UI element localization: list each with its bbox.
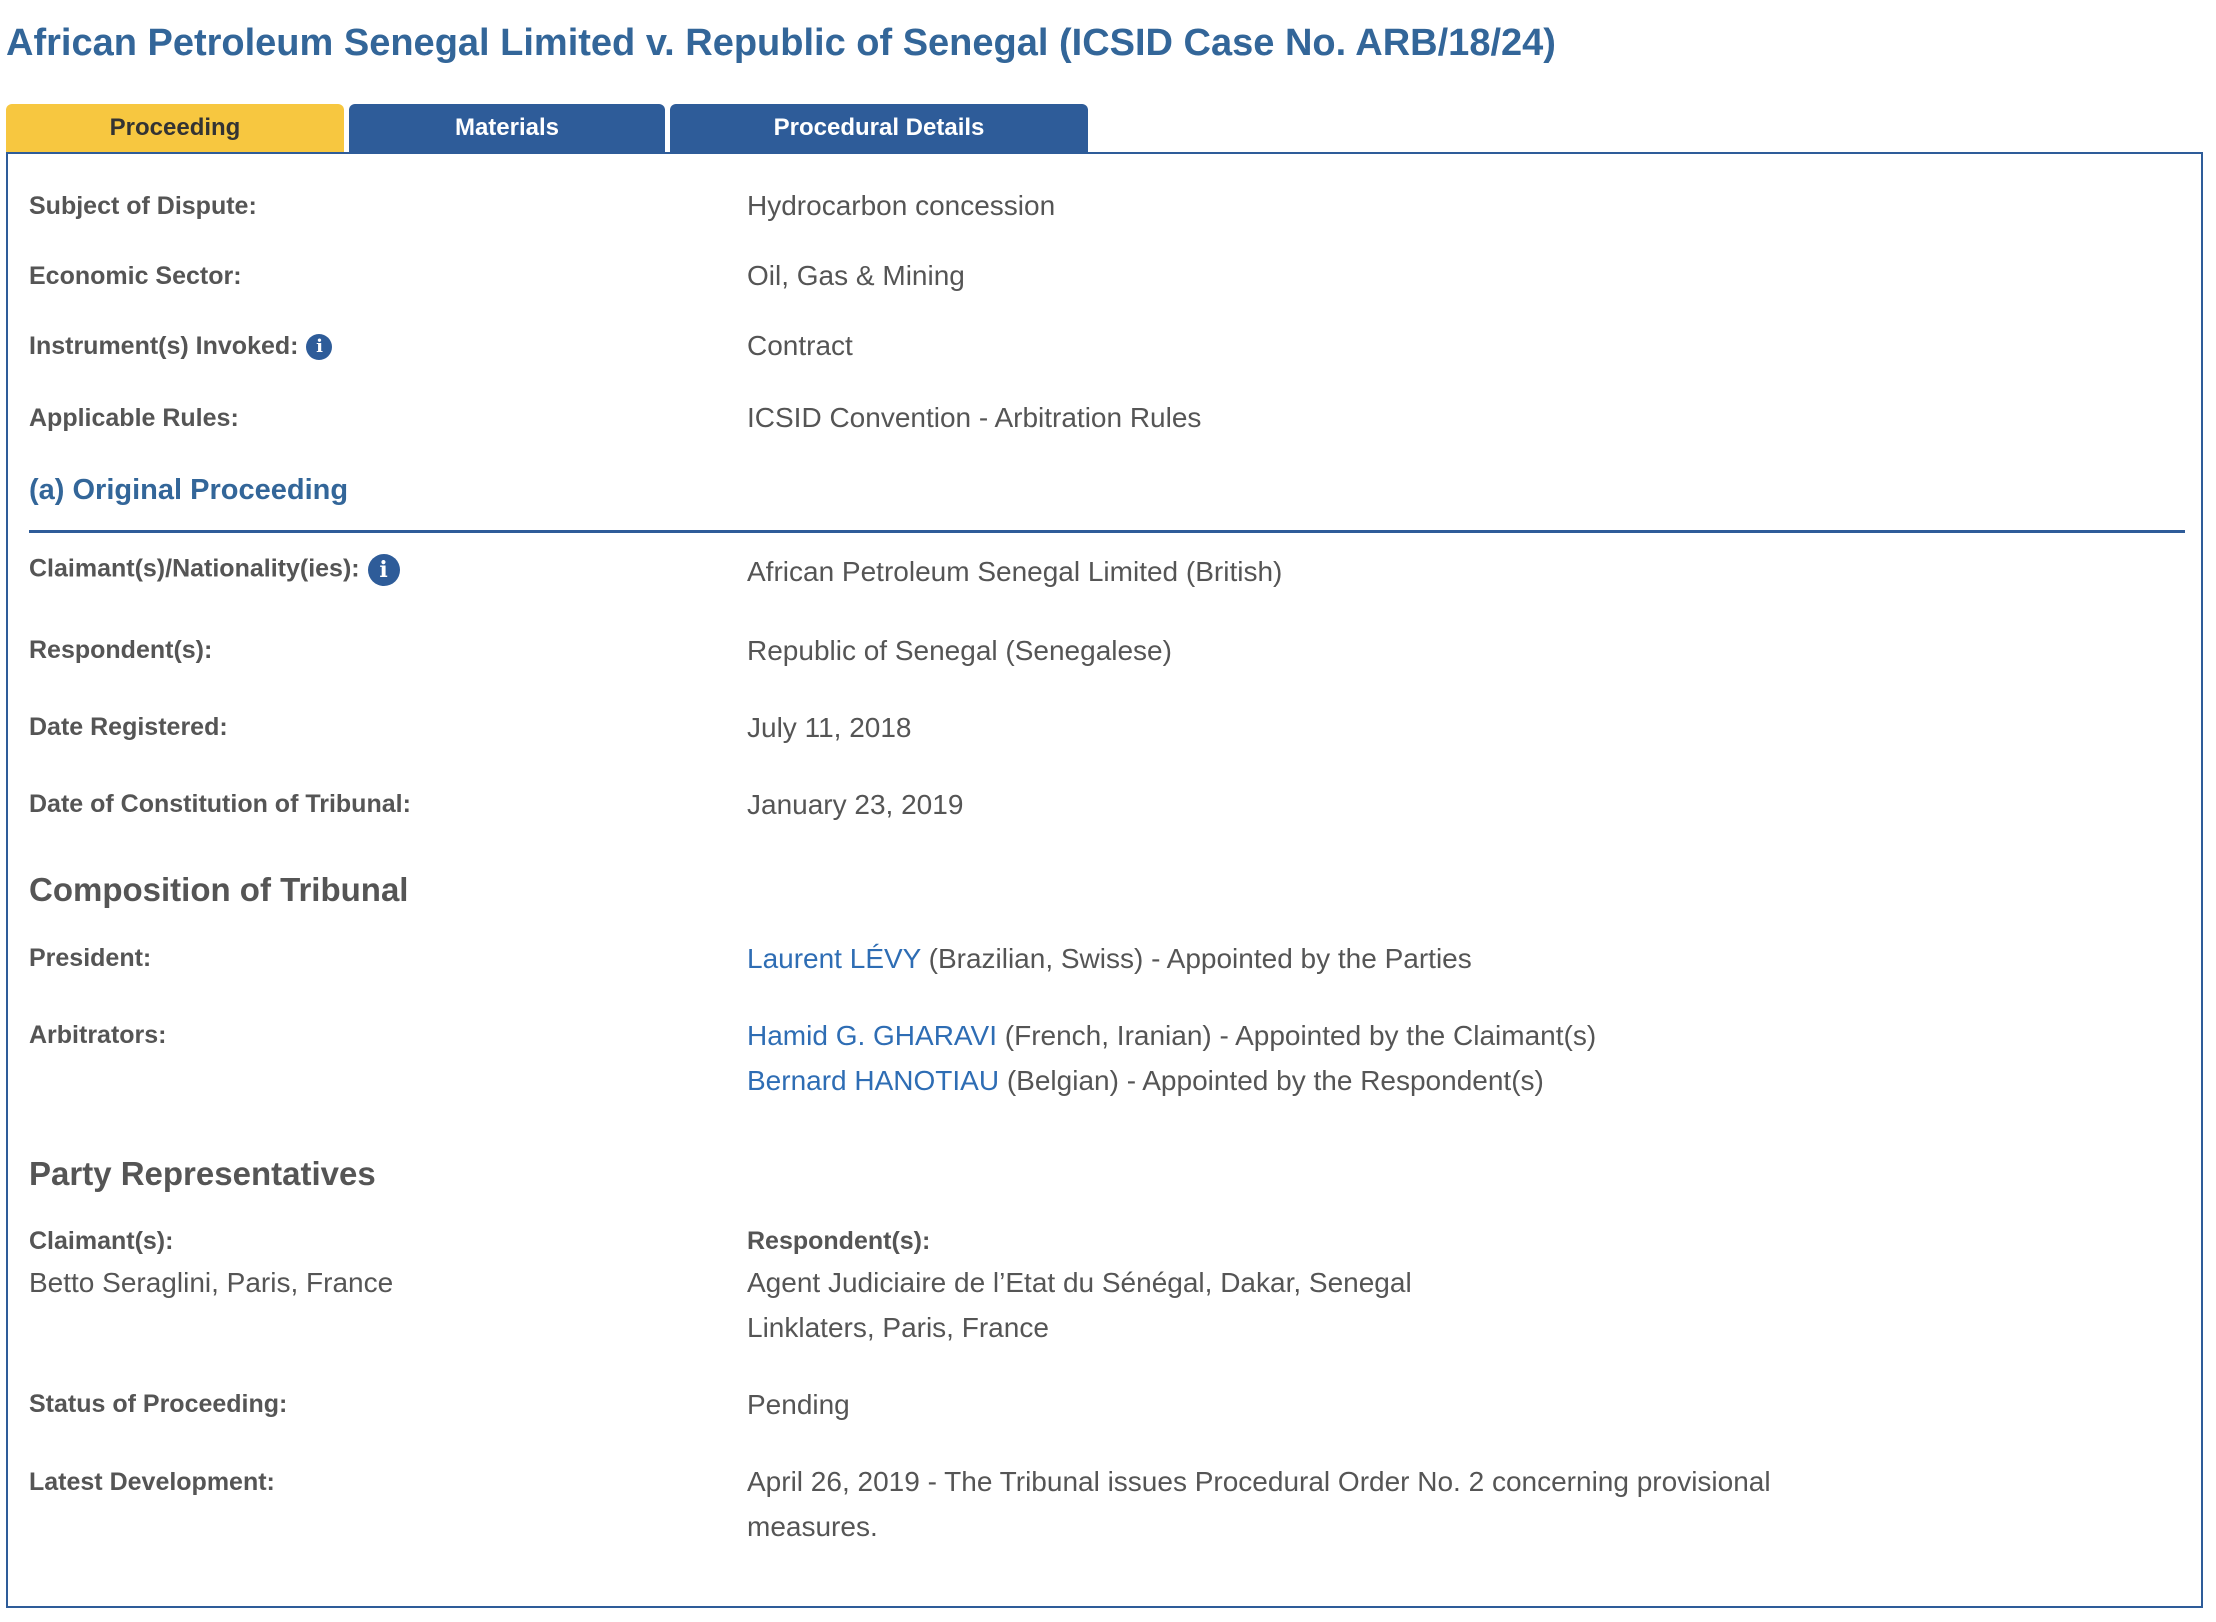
- instrument-label-row: Instrument(s) Invoked: i: [29, 332, 333, 361]
- arbitrator-1: Hamid G. GHARAVI (French, Iranian) - App…: [747, 1020, 1596, 1052]
- subject-label: Subject of Dispute:: [29, 192, 257, 220]
- rep-respondent-value: Linklaters, Paris, France: [747, 1312, 1049, 1343]
- instrument-label: Instrument(s) Invoked:: [29, 332, 299, 360]
- proceeding-panel: Subject of Dispute: Hydrocarbon concessi…: [6, 152, 2203, 1608]
- arbitrators-label: Arbitrators:: [29, 1021, 167, 1049]
- tab-procedural-details[interactable]: Procedural Details: [670, 104, 1088, 152]
- info-icon[interactable]: i: [367, 554, 400, 586]
- tab-materials[interactable]: Materials: [349, 104, 665, 152]
- sector-value: Oil, Gas & Mining: [747, 260, 965, 291]
- status-value: Pending: [747, 1389, 850, 1420]
- president-detail: (Brazilian, Swiss) - Appointed by the Pa…: [920, 943, 1472, 974]
- info-icon[interactable]: i: [306, 334, 333, 361]
- page-title: African Petroleum Senegal Limited v. Rep…: [6, 22, 1556, 64]
- rules-label: Applicable Rules:: [29, 404, 239, 432]
- president-label: President:: [29, 944, 152, 972]
- instrument-value: Contract: [747, 330, 853, 361]
- arbitrator-link[interactable]: Hamid G. GHARAVI: [747, 1020, 997, 1051]
- claimant-value: African Petroleum Senegal Limited (Briti…: [747, 556, 1283, 587]
- original-proceeding-heading: (a) Original Proceeding: [29, 474, 349, 506]
- status-label: Status of Proceeding:: [29, 1390, 288, 1418]
- president-value: Laurent LÉVY (Brazilian, Swiss) - Appoin…: [747, 943, 1472, 975]
- claimant-nationality-label: Claimant(s)/Nationality(ies):: [29, 554, 360, 583]
- rep-respondent-value: Agent Judiciaire de l’Etat du Sénégal, D…: [747, 1267, 1412, 1298]
- arbitrator-link[interactable]: Bernard HANOTIAU: [747, 1065, 999, 1096]
- section-divider: [29, 530, 2185, 533]
- latest-development-line-2: measures.: [747, 1511, 878, 1542]
- tribunal-heading: Composition of Tribunal: [29, 871, 409, 908]
- date-constitution-label: Date of Constitution of Tribunal:: [29, 790, 411, 818]
- date-registered-label: Date Registered:: [29, 713, 228, 741]
- date-constitution-value: January 23, 2019: [747, 789, 964, 820]
- party-representatives-heading: Party Representatives: [29, 1155, 376, 1192]
- subject-value: Hydrocarbon concession: [747, 190, 1056, 221]
- date-registered-value: July 11, 2018: [747, 712, 912, 743]
- claimant-label-row: Claimant(s)/Nationality(ies): i: [29, 554, 400, 586]
- latest-development-line-1: April 26, 2019 - The Tribunal issues Pro…: [747, 1466, 1771, 1497]
- arbitrator-detail: (Belgian) - Appointed by the Respondent(…: [999, 1065, 1544, 1096]
- respondent-value: Republic of Senegal (Senegalese): [747, 635, 1172, 666]
- tab-proceeding[interactable]: Proceeding: [6, 104, 344, 152]
- arbitrator-2: Bernard HANOTIAU (Belgian) - Appointed b…: [747, 1065, 1544, 1097]
- arbitrator-detail: (French, Iranian) - Appointed by the Cla…: [996, 1020, 1597, 1051]
- respondent-label: Respondent(s):: [29, 636, 213, 664]
- sector-label: Economic Sector:: [29, 262, 242, 290]
- rep-claimant-label: Claimant(s):: [29, 1227, 174, 1255]
- latest-development-label: Latest Development:: [29, 1468, 275, 1496]
- rep-respondent-label: Respondent(s):: [747, 1227, 931, 1255]
- rep-claimant-value: Betto Seraglini, Paris, France: [29, 1267, 394, 1298]
- rules-value: ICSID Convention - Arbitration Rules: [747, 402, 1202, 433]
- president-link[interactable]: Laurent LÉVY: [747, 943, 921, 974]
